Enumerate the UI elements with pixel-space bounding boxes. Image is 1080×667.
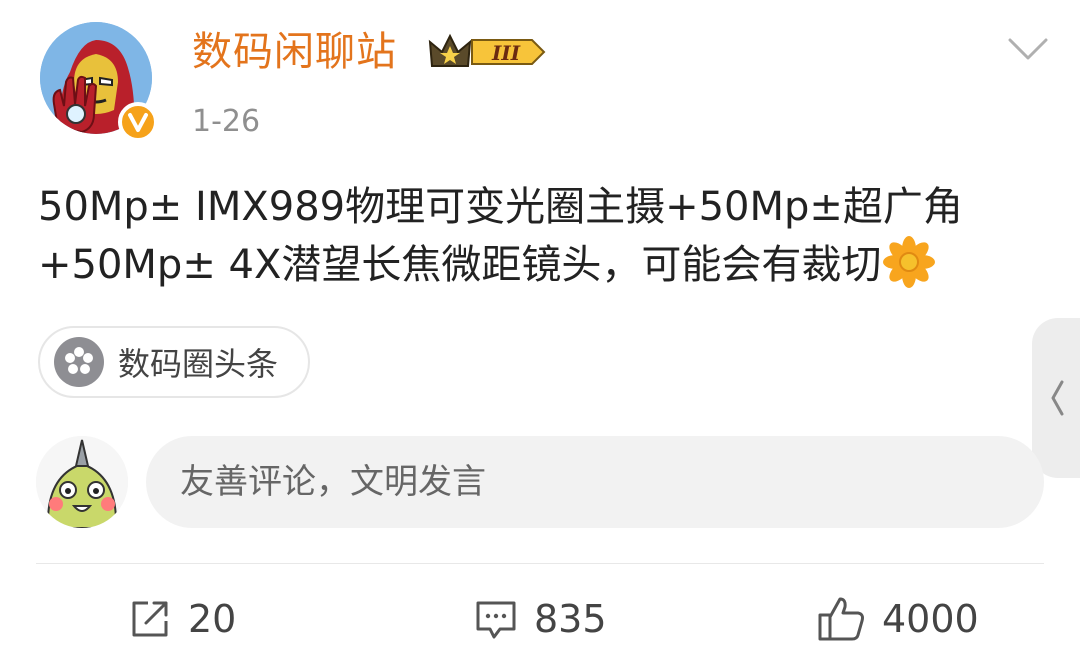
more-options-button[interactable] — [1004, 32, 1052, 68]
thumbs-up-icon — [818, 597, 864, 641]
comment-icon — [476, 601, 516, 639]
crown-vip-icon: III — [428, 33, 546, 67]
comment-button[interactable]: 835 — [472, 588, 607, 650]
post-line-2: +50Mp± 4X潜望长焦微距镜头，可能会有裁切 — [38, 236, 1038, 294]
share-button[interactable]: 20 — [126, 588, 236, 650]
topic-label: 数码圈头条 — [118, 345, 279, 383]
side-drawer-handle[interactable] — [1032, 318, 1080, 478]
post-date: 1-26 — [192, 104, 261, 139]
comment-count: 835 — [534, 597, 607, 641]
like-button[interactable]: 4000 — [816, 588, 979, 650]
author-avatar-wrap[interactable] — [40, 22, 158, 142]
post-line-1: 50Mp± IMX989物理可变光圈主摄+50Mp±超广角 — [38, 184, 963, 230]
like-count: 4000 — [882, 597, 979, 641]
cartoon-avatar-icon — [36, 436, 128, 528]
vip-badge[interactable]: III — [428, 32, 546, 72]
share-icon — [132, 601, 168, 637]
divider — [36, 563, 1044, 564]
post-line-2-text: +50Mp± 4X潜望长焦微距镜头，可能会有裁切 — [38, 242, 882, 288]
chevron-left-icon — [1051, 380, 1064, 416]
topic-flower-icon — [65, 347, 93, 374]
chevron-down-icon — [1008, 38, 1048, 60]
post-content: 50Mp± IMX989物理可变光圈主摄+50Mp±超广角 +50Mp± 4X潜… — [38, 178, 1038, 294]
current-user-avatar[interactable] — [36, 436, 128, 528]
share-count: 20 — [188, 597, 237, 641]
vip-level-text: III — [491, 41, 521, 65]
verified-v-icon — [128, 113, 148, 132]
sunflower-emoji-icon — [883, 236, 936, 288]
verified-badge — [118, 102, 158, 142]
topic-chip[interactable]: 数码圈头条 — [38, 326, 311, 398]
comment-input[interactable] — [146, 436, 1044, 528]
topic-icon — [54, 337, 104, 387]
author-name[interactable]: 数码闲聊站 — [192, 26, 397, 78]
